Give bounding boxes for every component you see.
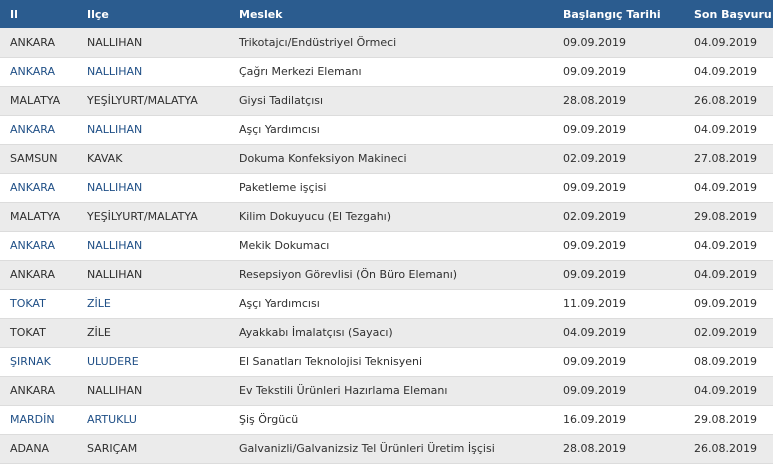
deadline-cell: 04.09.2019 — [684, 260, 773, 290]
profession-cell: Giysi Tadilatçısı — [229, 86, 553, 116]
deadline-cell: 26.08.2019 — [684, 86, 773, 116]
profession-cell: Kilim Dokuyucu (El Tezgahı) — [229, 202, 553, 232]
deadline-cell: 26.08.2019 — [684, 434, 773, 464]
city-cell: TOKAT — [0, 318, 77, 348]
table-row[interactable]: MALATYA YEŞİLYURT/MALATYA Giysi Tadilatçıs… — [0, 86, 773, 116]
district-cell: YEŞİLYURT/MALATYA — [77, 202, 229, 232]
table-row[interactable]: ŞIRNAK ULUDERE El Sanatları Teknolojisi Te… — [0, 347, 773, 377]
header-son-basvuru[interactable]: Son Başvuru — [684, 0, 773, 28]
start-date-cell: 02.09.2019 — [553, 202, 684, 232]
start-date-cell: 09.09.2019 — [553, 28, 684, 58]
header-il[interactable]: Il — [0, 0, 77, 28]
header-ilce[interactable]: Ilçe — [77, 0, 229, 28]
job-listings-table: Il Ilçe Meslek Başlangıç Tarihi Son Başv… — [0, 0, 773, 464]
city-cell: MARDİN — [0, 405, 77, 435]
table-row[interactable]: SAMSUN KAVAK Dokuma Konfeksiyon Makineci 02… — [0, 144, 773, 174]
city-cell: ANKARA — [0, 376, 77, 406]
table-row[interactable]: ANKARA NALLIHAN Paketleme işçisi 09.09.2019… — [0, 173, 773, 203]
profession-cell: Galvanizli/Galvanizsiz Tel Ürünleri Üret… — [229, 434, 553, 464]
deadline-cell: 04.09.2019 — [684, 376, 773, 406]
profession-cell: Aşçı Yardımcısı — [229, 115, 553, 145]
deadline-cell: 02.09.2019 — [684, 318, 773, 348]
district-cell: NALLIHAN — [77, 57, 229, 87]
city-cell: MALATYA — [0, 202, 77, 232]
city-cell: ANKARA — [0, 115, 77, 145]
district-cell: ARTUKLU — [77, 405, 229, 435]
deadline-cell: 04.09.2019 — [684, 28, 773, 58]
district-cell: ULUDERE — [77, 347, 229, 377]
deadline-cell: 08.09.2019 — [684, 347, 773, 377]
table-body: ANKARA NALLIHAN Trikotajcı/Endüstriyel Örm… — [0, 28, 773, 464]
city-cell: ANKARA — [0, 260, 77, 290]
city-cell: ANKARA — [0, 231, 77, 261]
district-cell: NALLIHAN — [77, 115, 229, 145]
district-cell: ZİLE — [77, 318, 229, 348]
start-date-cell: 11.09.2019 — [553, 289, 684, 319]
table-row[interactable]: TOKAT ZİLE Aşçı Yardımcısı 11.09.2019 09.09.… — [0, 289, 773, 319]
deadline-cell: 09.09.2019 — [684, 289, 773, 319]
district-cell: ZİLE — [77, 289, 229, 319]
district-cell: NALLIHAN — [77, 376, 229, 406]
profession-cell: El Sanatları Teknolojisi Teknisyeni — [229, 347, 553, 377]
city-cell: ADANA — [0, 434, 77, 464]
city-cell: MALATYA — [0, 86, 77, 116]
start-date-cell: 09.09.2019 — [553, 115, 684, 145]
profession-cell: Şiş Örgücü — [229, 405, 553, 435]
district-cell: KAVAK — [77, 144, 229, 174]
table-row[interactable]: MALATYA YEŞİLYURT/MALATYA Kilim Dokuyucu (… — [0, 202, 773, 232]
profession-cell: Aşçı Yardımcısı — [229, 289, 553, 319]
start-date-cell: 09.09.2019 — [553, 231, 684, 261]
start-date-cell: 09.09.2019 — [553, 260, 684, 290]
city-cell: ŞIRNAK — [0, 347, 77, 377]
start-date-cell: 16.09.2019 — [553, 405, 684, 435]
profession-cell: Ev Tekstili Ürünleri Hazırlama Elemanı — [229, 376, 553, 406]
profession-cell: Çağrı Merkezi Elemanı — [229, 57, 553, 87]
deadline-cell: 29.08.2019 — [684, 405, 773, 435]
start-date-cell: 02.09.2019 — [553, 144, 684, 174]
table-row[interactable]: TOKAT ZİLE Ayakkabı İmalatçısı (Sayacı) 04.… — [0, 318, 773, 348]
start-date-cell: 09.09.2019 — [553, 347, 684, 377]
deadline-cell: 04.09.2019 — [684, 57, 773, 87]
start-date-cell: 28.08.2019 — [553, 434, 684, 464]
profession-cell: Trikotajcı/Endüstriyel Örmeci — [229, 28, 553, 58]
deadline-cell: 27.08.2019 — [684, 144, 773, 174]
district-cell: NALLIHAN — [77, 173, 229, 203]
district-cell: YEŞİLYURT/MALATYA — [77, 86, 229, 116]
city-cell: TOKAT — [0, 289, 77, 319]
profession-cell: Mekik Dokumacı — [229, 231, 553, 261]
table-row[interactable]: ANKARA NALLIHAN Ev Tekstili Ürünleri Hazır… — [0, 376, 773, 406]
table-row[interactable]: ADANA SARIÇAM Galvanizli/Galvanizsiz Tel Ü… — [0, 434, 773, 464]
header-meslek[interactable]: Meslek — [229, 0, 553, 28]
table-row[interactable]: MARDİN ARTUKLU Şiş Örgücü 16.09.2019 29.08.2… — [0, 405, 773, 435]
city-cell: ANKARA — [0, 57, 77, 87]
table-row[interactable]: ANKARA NALLIHAN Çağrı Merkezi Elemanı 09.09… — [0, 57, 773, 87]
profession-cell: Dokuma Konfeksiyon Makineci — [229, 144, 553, 174]
deadline-cell: 04.09.2019 — [684, 115, 773, 145]
header-row: Il Ilçe Meslek Başlangıç Tarihi Son Başv… — [0, 0, 773, 28]
city-cell: ANKARA — [0, 28, 77, 58]
table-row[interactable]: ANKARA NALLIHAN Mekik Dokumacı 09.09.2019 04… — [0, 231, 773, 261]
header-baslangic-tarihi[interactable]: Başlangıç Tarihi — [553, 0, 684, 28]
city-cell: ANKARA — [0, 173, 77, 203]
district-cell: NALLIHAN — [77, 231, 229, 261]
table-row[interactable]: ANKARA NALLIHAN Resepsiyon Görevlisi (Ön B… — [0, 260, 773, 290]
start-date-cell: 09.09.2019 — [553, 173, 684, 203]
start-date-cell: 09.09.2019 — [553, 376, 684, 406]
district-cell: SARIÇAM — [77, 434, 229, 464]
profession-cell: Paketleme işçisi — [229, 173, 553, 203]
table-header: Il Ilçe Meslek Başlangıç Tarihi Son Başv… — [0, 0, 773, 28]
deadline-cell: 04.09.2019 — [684, 231, 773, 261]
deadline-cell: 29.08.2019 — [684, 202, 773, 232]
start-date-cell: 04.09.2019 — [553, 318, 684, 348]
profession-cell: Ayakkabı İmalatçısı (Sayacı) — [229, 318, 553, 348]
district-cell: NALLIHAN — [77, 260, 229, 290]
deadline-cell: 04.09.2019 — [684, 173, 773, 203]
district-cell: NALLIHAN — [77, 28, 229, 58]
start-date-cell: 09.09.2019 — [553, 57, 684, 87]
table-row[interactable]: ANKARA NALLIHAN Aşçı Yardımcısı 09.09.2019 0… — [0, 115, 773, 145]
table-row[interactable]: ANKARA NALLIHAN Trikotajcı/Endüstriyel Örm… — [0, 28, 773, 58]
start-date-cell: 28.08.2019 — [553, 86, 684, 116]
city-cell: SAMSUN — [0, 144, 77, 174]
profession-cell: Resepsiyon Görevlisi (Ön Büro Elemanı) — [229, 260, 553, 290]
